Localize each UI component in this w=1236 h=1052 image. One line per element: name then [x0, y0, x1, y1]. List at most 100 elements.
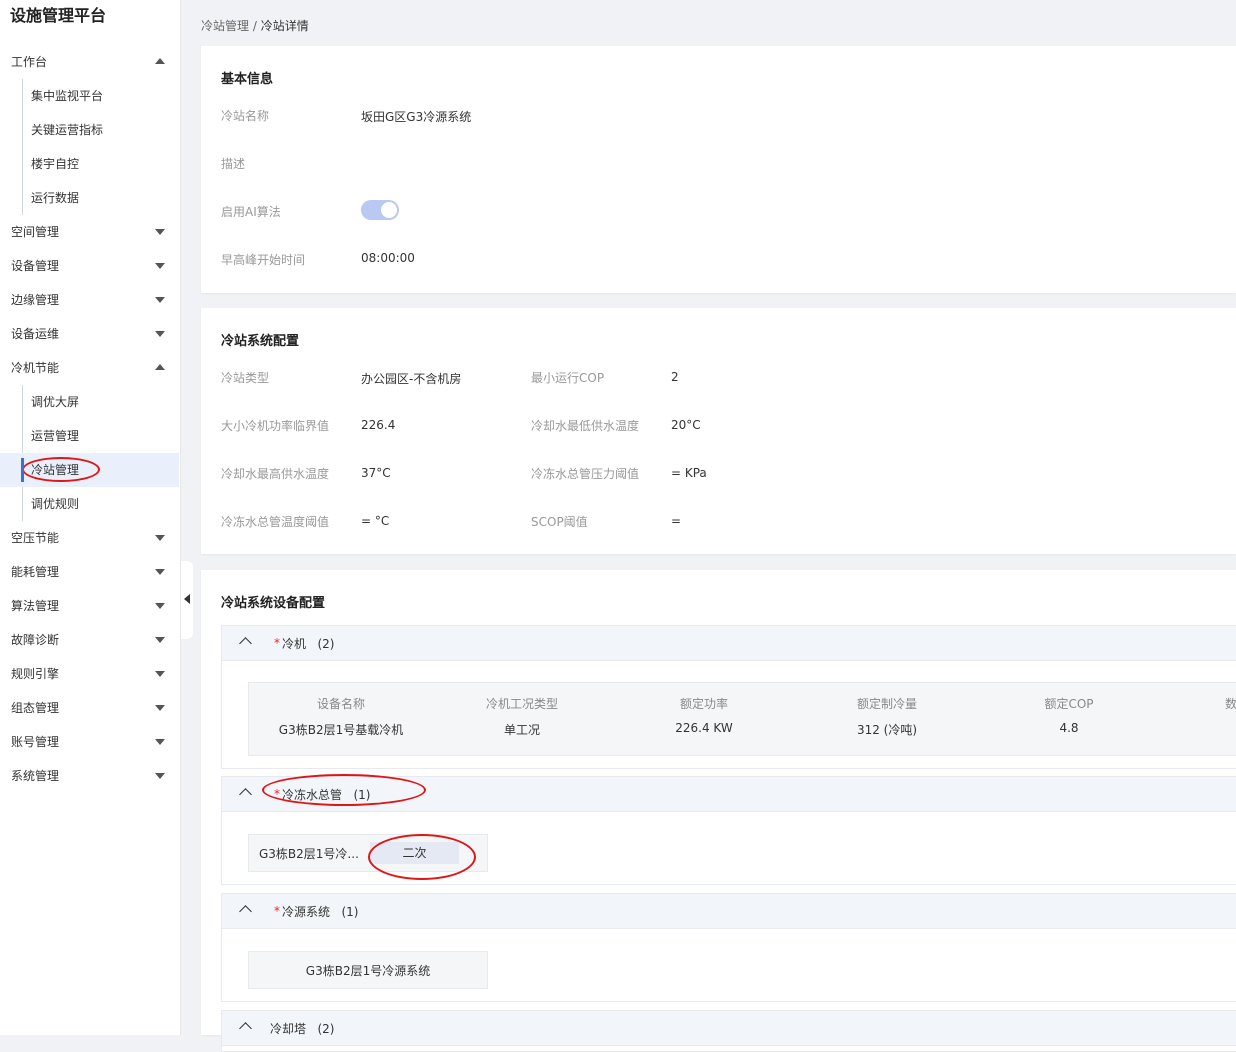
sidebar-item-device[interactable]: 设备管理	[0, 249, 180, 283]
field-value: = KPa	[671, 466, 707, 480]
chiller-table: 设备名称 冷机工况类型 额定功率 额定制冷量 额定COP 数 G3栋B2层1号基…	[248, 682, 1236, 756]
field-value: 37°C	[361, 466, 391, 480]
sidebar-item-system[interactable]: 系统管理	[0, 759, 180, 793]
source-system-section: * 冷源系统 (1) G3栋B2层1号冷源系统	[221, 893, 1236, 1002]
chevron-up-icon	[239, 905, 252, 918]
sidebar-item-label: 规则引擎	[11, 667, 60, 681]
sidebar-menu: 工作台 集中监视平台 关键运营指标 楼宇自控 运行数据 空间管理 设备管理 边缘…	[0, 45, 180, 793]
chevron-down-icon	[155, 671, 165, 677]
chevron-down-icon	[155, 603, 165, 609]
table-header: 冷机工况类型	[485, 697, 558, 711]
chevron-down-icon	[155, 705, 165, 711]
sidebar-item-label: 设备管理	[11, 259, 60, 273]
field-value: 办公园区-不含机房	[361, 372, 462, 386]
sidebar-item-label: 系统管理	[11, 769, 60, 783]
sidebar-item-edge[interactable]: 边缘管理	[0, 283, 180, 317]
sidebar-item-label: 工作台	[11, 55, 48, 69]
sidebar-subitem-run-data[interactable]: 运行数据	[0, 181, 180, 215]
sidebar-item-label: 能耗管理	[11, 565, 60, 579]
basic-info-card: 基本信息 冷站名称 坂田G区G3冷源系统 描述 启用AI算法 早高峰开始时间 0…	[201, 46, 1236, 293]
field-label: 冷站名称	[221, 109, 270, 123]
sidebar-item-chiller-energy[interactable]: 冷机节能	[0, 351, 180, 385]
source-system-item[interactable]: G3栋B2层1号冷源系统	[248, 951, 488, 989]
field-label: 早高峰开始时间	[221, 253, 306, 267]
item-name: G3栋B2层1号冷...	[259, 847, 359, 861]
sidebar-item-label: 设备运维	[11, 327, 60, 341]
chevron-down-icon	[155, 229, 165, 235]
table-cell: 312 (冷吨)	[856, 723, 918, 737]
system-config-card: 冷站系统配置 冷站类型 办公园区-不含机房 最小运行COP 2 大小冷机功率临界…	[201, 308, 1236, 554]
field-label: 最小运行COP	[531, 371, 605, 385]
sidebar-subitem-kpi[interactable]: 关键运营指标	[0, 113, 180, 147]
sidebar-item-label: 账号管理	[11, 735, 60, 749]
chevron-down-icon	[155, 331, 165, 337]
sidebar-item-label: 故障诊断	[11, 633, 60, 647]
sidebar-collapse-button[interactable]	[181, 561, 193, 639]
sidebar-item-label: 空压节能	[11, 531, 60, 545]
chevron-up-icon	[155, 58, 165, 64]
sidebar-item-fault[interactable]: 故障诊断	[0, 623, 180, 657]
chevron-down-icon	[155, 263, 165, 269]
sidebar-item-maintenance[interactable]: 设备运维	[0, 317, 180, 351]
section-label: 冷机 (2)	[282, 637, 335, 651]
table-header: 额定COP	[1044, 697, 1094, 711]
table-header: 额定制冷量	[856, 697, 917, 711]
chevron-up-icon	[239, 637, 252, 650]
sidebar-item-space[interactable]: 空间管理	[0, 215, 180, 249]
sidebar-subitem-operation[interactable]: 运营管理	[0, 419, 180, 453]
breadcrumb-current: 冷站详情	[260, 19, 309, 33]
sidebar-item-algorithm[interactable]: 算法管理	[0, 589, 180, 623]
field-label: 冷冻水总管压力阈值	[531, 467, 640, 481]
cooling-tower-section-header[interactable]: 冷却塔 (2)	[222, 1011, 1236, 1046]
submenu-workbench: 集中监视平台 关键运营指标 楼宇自控 运行数据	[0, 79, 180, 215]
breadcrumb-parent[interactable]: 冷站管理	[201, 19, 249, 33]
chevron-up-icon	[239, 1022, 252, 1035]
source-system-section-header[interactable]: * 冷源系统 (1)	[222, 894, 1236, 929]
sidebar-subitem-tuning-rules[interactable]: 调优规则	[0, 487, 180, 521]
peak-start-value: 08:00:00	[361, 251, 415, 265]
field-label: 描述	[221, 157, 246, 171]
field-value: 226.4	[361, 418, 396, 432]
field-label: 冷冻水总管温度阈值	[221, 515, 330, 529]
sidebar-item-account[interactable]: 账号管理	[0, 725, 180, 759]
station-name-value: 坂田G区G3冷源系统	[361, 110, 472, 124]
card-title: 冷站系统设备配置	[221, 596, 326, 611]
sidebar-item-label: 算法管理	[11, 599, 60, 613]
cooling-tower-section: 冷却塔 (2)	[221, 1010, 1236, 1052]
table-cell: G3栋B2层1号基载冷机	[278, 723, 404, 737]
sidebar-item-config[interactable]: 组态管理	[0, 691, 180, 725]
sidebar-item-energy[interactable]: 能耗管理	[0, 555, 180, 589]
annotation-oval	[22, 457, 100, 482]
sidebar-subitem-monitor[interactable]: 集中监视平台	[0, 79, 180, 113]
chevron-left-icon	[184, 594, 190, 604]
chiller-section-header[interactable]: * 冷机 (2)	[222, 626, 1236, 661]
sidebar-subitem-bas[interactable]: 楼宇自控	[0, 147, 180, 181]
sidebar: 设施管理平台 工作台 集中监视平台 关键运营指标 楼宇自控 运行数据 空间管理 …	[0, 0, 181, 1035]
field-label: 冷却水最低供水温度	[531, 419, 640, 433]
sidebar-item-rules[interactable]: 规则引擎	[0, 657, 180, 691]
table-header: 数	[1224, 697, 1236, 711]
table-cell: 单工况	[503, 723, 540, 737]
required-mark: *	[274, 904, 280, 918]
field-label: 大小冷机功率临界值	[221, 419, 330, 433]
chevron-up-icon	[239, 788, 252, 801]
annotation-oval	[368, 834, 476, 880]
ai-algorithm-toggle[interactable]	[361, 200, 399, 220]
field-value: 20°C	[671, 418, 701, 432]
submenu-chiller-energy: 调优大屏 运营管理 冷站管理 调优规则	[0, 385, 180, 521]
table-cell: 4.8	[1059, 721, 1079, 735]
field-value: =	[671, 514, 682, 528]
sidebar-subitem-tuning-screen[interactable]: 调优大屏	[0, 385, 180, 419]
sidebar-item-workbench[interactable]: 工作台	[0, 45, 180, 79]
toggle-knob	[381, 202, 397, 218]
annotation-oval	[262, 774, 426, 806]
field-label: 冷却水最高供水温度	[221, 467, 330, 481]
chevron-down-icon	[155, 297, 165, 303]
sidebar-subitem-station-manage[interactable]: 冷站管理	[0, 453, 179, 487]
field-label: 启用AI算法	[221, 205, 281, 219]
sidebar-item-label: 边缘管理	[11, 293, 60, 307]
sidebar-item-air-compressor[interactable]: 空压节能	[0, 521, 180, 555]
breadcrumb-separator: /	[252, 19, 257, 33]
sidebar-item-label: 冷机节能	[11, 361, 60, 375]
chevron-down-icon	[155, 637, 165, 643]
